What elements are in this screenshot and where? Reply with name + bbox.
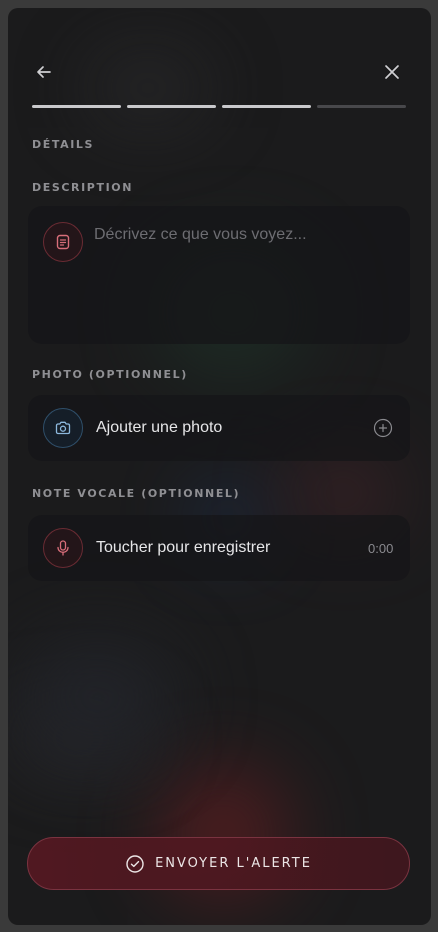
back-button[interactable] bbox=[30, 58, 58, 86]
add-photo-button[interactable]: Ajouter une photo bbox=[28, 395, 410, 461]
close-button[interactable] bbox=[378, 58, 406, 86]
record-voice-button[interactable]: Toucher pour enregistrer 0:00 bbox=[28, 515, 410, 581]
background-blur bbox=[18, 638, 178, 758]
add-photo-text: Ajouter une photo bbox=[96, 419, 223, 436]
progress-step bbox=[222, 105, 311, 108]
check-circle-icon bbox=[126, 854, 144, 873]
progress-step bbox=[32, 105, 121, 108]
section-title: DÉTAILS bbox=[32, 138, 95, 151]
microphone-icon bbox=[57, 540, 69, 556]
background-blur bbox=[88, 58, 208, 118]
send-alert-label: ENVOYER L'ALERTE bbox=[155, 856, 312, 871]
send-alert-button[interactable]: ENVOYER L'ALERTE bbox=[27, 837, 410, 890]
recording-duration: 0:00 bbox=[368, 541, 394, 556]
description-input[interactable] bbox=[94, 226, 394, 316]
close-icon bbox=[385, 65, 399, 79]
document-icon bbox=[56, 234, 70, 250]
photo-label: PHOTO (OPTIONNEL) bbox=[32, 368, 188, 381]
progress-step bbox=[317, 105, 406, 108]
mic-icon-wrap bbox=[43, 528, 83, 568]
plus-circle-icon bbox=[373, 418, 393, 438]
progress-step bbox=[127, 105, 216, 108]
description-card bbox=[28, 206, 410, 344]
record-voice-text: Toucher pour enregistrer bbox=[96, 539, 271, 556]
report-sheet: DÉTAILS DESCRIPTION PHOTO (OPTIONNEL) Aj… bbox=[8, 8, 431, 925]
arrow-left-icon bbox=[37, 66, 51, 78]
description-icon-wrap bbox=[43, 222, 83, 262]
camera-icon bbox=[55, 421, 71, 435]
camera-icon-wrap bbox=[43, 408, 83, 448]
voice-label: NOTE VOCALE (OPTIONNEL) bbox=[32, 487, 241, 500]
description-label: DESCRIPTION bbox=[32, 181, 134, 194]
